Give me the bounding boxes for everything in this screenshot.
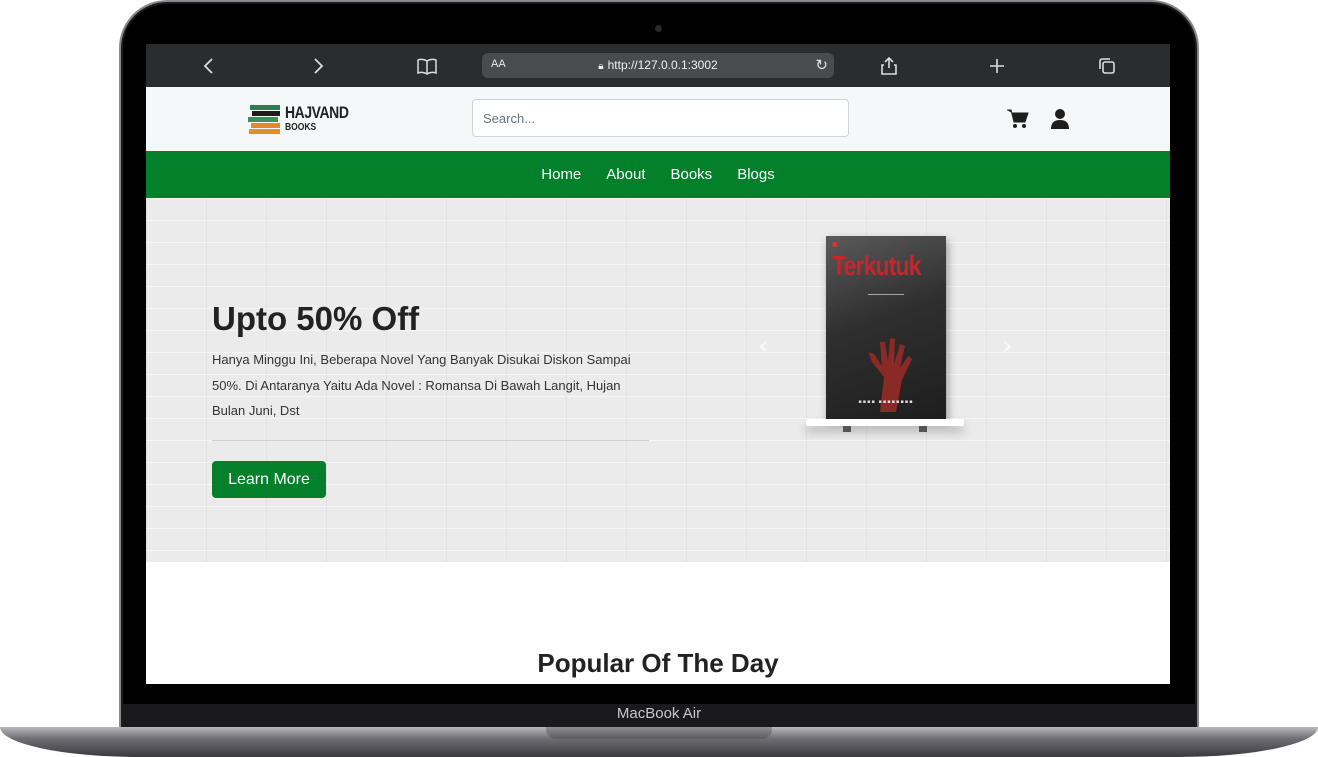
site-logo[interactable]: HAJVAND BOOKS [248, 103, 349, 137]
back-icon[interactable] [196, 53, 222, 79]
nav-blogs[interactable]: Blogs [737, 166, 775, 183]
forward-icon[interactable] [305, 53, 331, 79]
tabs-icon[interactable] [1094, 53, 1120, 79]
hero-carousel: Upto 50% Off Hanya Minggu Ini, Beberapa … [146, 198, 1170, 562]
hero-divider [212, 440, 649, 441]
device-label: MacBook Air [616, 705, 702, 722]
share-icon[interactable] [876, 53, 902, 79]
logo-text-primary: HAJVAND [285, 103, 349, 122]
carousel-next-icon[interactable]: › [1002, 331, 1012, 361]
search-input[interactable] [472, 99, 849, 137]
section-title: Popular Of The Day [537, 648, 779, 678]
shelf-bracket [919, 426, 927, 432]
browser-toolbar: AA 🔒︎ http://127.0.0.1:3002 ↻ [146, 44, 1170, 87]
shelf-bracket [843, 426, 851, 432]
book-subtitle-text: ━━━━━━━━━━━━ [867, 292, 905, 298]
reload-icon[interactable]: ↻ [815, 56, 828, 74]
bookmarks-icon[interactable] [414, 53, 440, 79]
logo-books-icon [248, 105, 280, 134]
new-tab-icon[interactable] [984, 53, 1010, 79]
nav-books[interactable]: Books [670, 166, 712, 183]
camera-icon [655, 25, 662, 32]
logo-text-secondary: BOOKS [285, 122, 317, 133]
hero-title: Upto 50% Off [212, 300, 420, 337]
screen: AA 🔒︎ http://127.0.0.1:3002 ↻ HAJVAND BO… [146, 44, 1170, 684]
site-header: HAJVAND BOOKS [146, 87, 1170, 151]
carousel-prev-icon[interactable]: ‹ [758, 331, 768, 361]
user-icon[interactable] [1048, 107, 1072, 131]
learn-more-button[interactable]: Learn More [212, 461, 326, 498]
hero-description: Hanya Minggu Ini, Beberapa Novel Yang Ba… [212, 352, 631, 418]
book-author-text: ▪▪▪▪ ▪▪▪▪▪▪▪▪ [858, 399, 914, 405]
lock-icon: 🔒︎ [598, 61, 604, 72]
url-text: http://127.0.0.1:3002 [607, 58, 718, 72]
address-bar[interactable]: AA 🔒︎ http://127.0.0.1:3002 ↻ [482, 53, 834, 78]
book-cover[interactable]: ■ Terkutuk ━━━━━━━━━━━━ ▪▪▪▪ ▪▪▪▪▪▪▪▪ [826, 236, 946, 419]
cart-icon[interactable] [1006, 107, 1030, 131]
publisher-logo: ■ [832, 241, 838, 248]
book-title: Terkutuk [832, 250, 922, 281]
nav-home[interactable]: Home [541, 166, 581, 183]
laptop-notch [546, 727, 772, 739]
main-nav: Home About Books Blogs [146, 151, 1170, 198]
book-shelf [806, 419, 964, 426]
url-display: 🔒︎ http://127.0.0.1:3002 [482, 58, 834, 72]
nav-about[interactable]: About [606, 166, 645, 183]
